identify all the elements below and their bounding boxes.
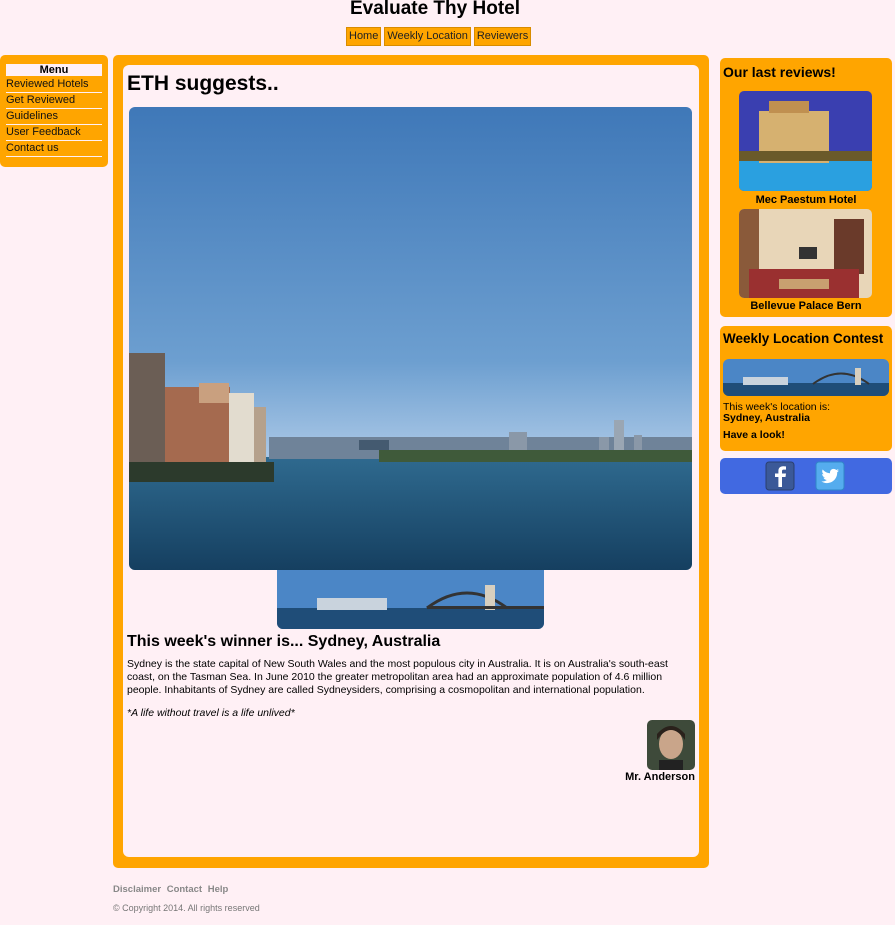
menu-heading: Menu xyxy=(6,64,102,76)
social-panel xyxy=(720,458,892,494)
footer-link-contact[interactable]: Contact xyxy=(167,884,202,895)
nav-reviewers[interactable]: Reviewers xyxy=(473,27,532,46)
main-content: ETH suggests.. This week's winner is... … xyxy=(123,65,699,857)
contest-heading: Weekly Location Contest xyxy=(723,331,884,346)
site-title: Evaluate Thy Hotel xyxy=(350,0,520,19)
author-name: Mr. Anderson xyxy=(625,771,695,783)
contest-location-image[interactable] xyxy=(723,359,889,396)
nav-home[interactable]: Home xyxy=(346,27,382,46)
main-content-frame: ETH suggests.. This week's winner is... … xyxy=(113,55,709,868)
twitter-icon[interactable] xyxy=(815,461,845,491)
winner-heading: This week's winner is... Sydney, Austral… xyxy=(127,633,441,650)
footer-links: Disclaimer Contact Help xyxy=(113,884,231,895)
copyright: © Copyright 2014. All rights reserved xyxy=(113,903,260,913)
review-image-bellevue-palace[interactable] xyxy=(739,209,872,298)
facebook-icon[interactable] xyxy=(765,461,795,491)
main-heading: ETH suggests.. xyxy=(127,72,279,95)
review-image-mec-paestum[interactable] xyxy=(739,91,872,191)
menu-item-reviewed-hotels[interactable]: Reviewed Hotels xyxy=(6,77,102,93)
sydney-bridge-thumbnail[interactable] xyxy=(277,570,544,629)
menu-item-contact-us[interactable]: Contact us xyxy=(6,141,102,157)
footer-link-disclaimer[interactable]: Disclaimer xyxy=(113,884,161,895)
menu-item-user-feedback[interactable]: User Feedback xyxy=(6,125,102,141)
contest-have-a-look-link[interactable]: Have a look! xyxy=(723,429,785,441)
latest-reviews-panel: Our last reviews! Mec Paestum Hotel Bell… xyxy=(720,58,892,317)
review-caption-bellevue-palace[interactable]: Bellevue Palace Bern xyxy=(720,300,892,312)
contest-location: Sydney, Australia xyxy=(723,412,810,424)
menu-item-get-reviewed[interactable]: Get Reviewed xyxy=(6,93,102,109)
sydney-harbour-photo xyxy=(129,107,692,570)
footer-link-help[interactable]: Help xyxy=(208,884,229,895)
reviews-heading: Our last reviews! xyxy=(723,64,836,80)
winner-description: Sydney is the state capital of New South… xyxy=(127,658,668,696)
left-menu: Menu Reviewed Hotels Get Reviewed Guidel… xyxy=(0,55,108,167)
author-avatar xyxy=(647,720,695,770)
menu-item-guidelines[interactable]: Guidelines xyxy=(6,109,102,125)
review-caption-mec-paestum[interactable]: Mec Paestum Hotel xyxy=(720,194,892,206)
quote: *A life without travel is a life unlived… xyxy=(127,707,295,719)
weekly-contest-panel: Weekly Location Contest This week's loca… xyxy=(720,326,892,451)
nav-weekly-location[interactable]: Weekly Location xyxy=(384,27,471,46)
top-navigation: Home Weekly Location Reviewers xyxy=(346,27,532,46)
